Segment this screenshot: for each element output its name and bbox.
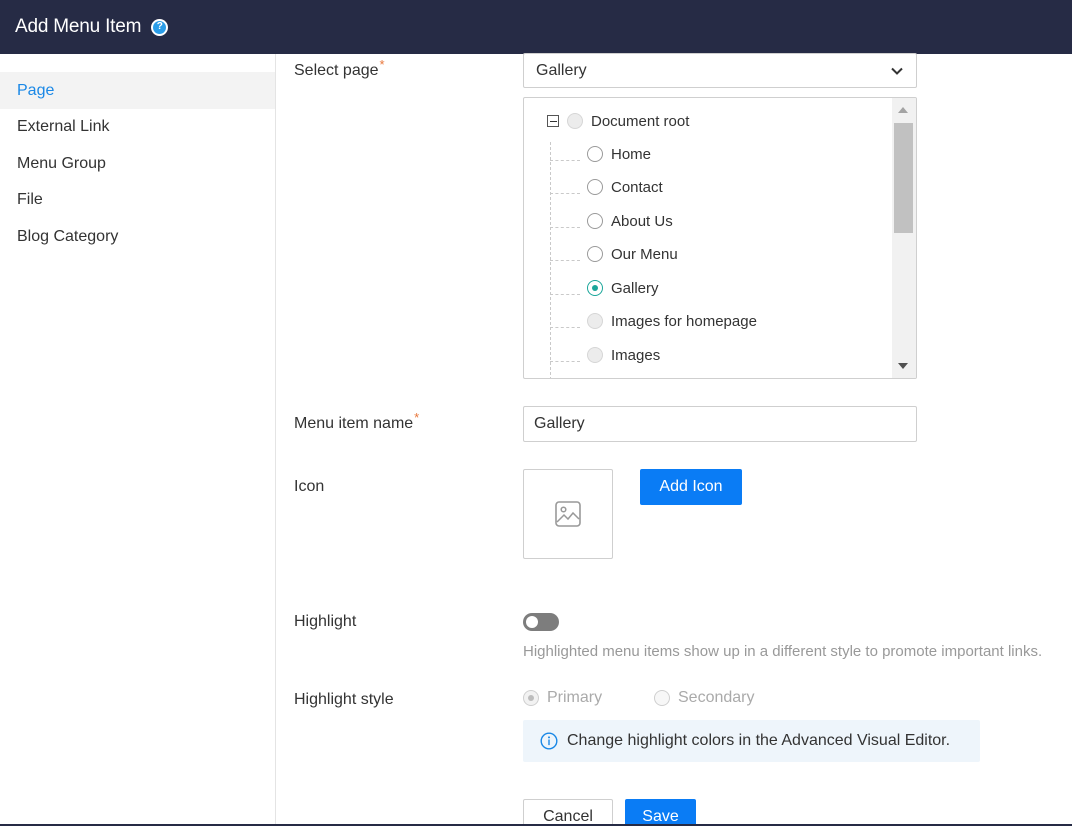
secondary-radio [654, 690, 670, 706]
menu-item-name-label: Menu item name* [294, 410, 419, 433]
tree-item-label: Home [611, 145, 652, 163]
highlight-style-secondary-option: Secondary [654, 688, 755, 708]
tree-item-label: Gallery [611, 279, 659, 297]
tree-item-label: About Us [611, 212, 673, 230]
image-placeholder-icon [555, 501, 581, 527]
dialog-header: Add Menu Item ? [0, 0, 1072, 54]
collapse-icon[interactable] [547, 115, 559, 127]
sidebar-item-page[interactable]: Page [0, 72, 275, 109]
scroll-thumb[interactable] [894, 123, 913, 233]
tree-item-label: Our Menu [611, 245, 678, 263]
primary-option-label: Primary [547, 689, 603, 706]
tree-item-radio[interactable] [587, 146, 603, 162]
required-marker: * [414, 410, 420, 425]
tree-connector [550, 226, 580, 228]
menu-item-name-input[interactable] [523, 406, 917, 442]
tree-item-label: Images for homepage [611, 312, 757, 330]
highlight-toggle[interactable] [523, 613, 559, 631]
tree-item-images-for-homepage: Images for homepage [550, 311, 757, 331]
tree-connector [550, 293, 580, 295]
cancel-button[interactable]: Cancel [523, 799, 613, 826]
info-banner: Change highlight colors in the Advanced … [523, 720, 980, 762]
required-marker: * [379, 57, 385, 72]
menu-type-sidebar: Page External Link Menu Group File Blog … [0, 54, 276, 826]
secondary-option-label: Secondary [678, 689, 755, 706]
tree-item-gallery[interactable]: Gallery [550, 278, 659, 298]
tree-item-radio[interactable] [587, 246, 603, 262]
select-page-label-text: Select page [294, 62, 379, 79]
sidebar-item-external-link[interactable]: External Link [0, 108, 275, 145]
tree-item-home[interactable]: Home [550, 144, 651, 164]
tree-item-radio-disabled [587, 347, 603, 363]
tree-item-label: Contact [611, 178, 663, 196]
tree-connector [550, 192, 580, 194]
scroll-up-arrow-icon[interactable] [898, 107, 908, 113]
help-icon[interactable]: ? [151, 18, 169, 36]
save-button[interactable]: Save [625, 799, 696, 826]
page-tree: Document root Home Contact About Us Our … [523, 97, 917, 379]
add-icon-button[interactable]: Add Icon [640, 469, 742, 505]
tree-connector [550, 326, 580, 328]
highlight-style-primary-option: Primary [523, 688, 602, 708]
tree-item-our-menu[interactable]: Our Menu [550, 244, 678, 264]
question-mark-glyph: ? [153, 20, 167, 34]
toggle-knob [526, 616, 538, 628]
menu-item-name-label-text: Menu item name [294, 415, 414, 432]
highlight-help-text: Highlighted menu items show up in a diff… [523, 643, 1043, 660]
tree-item-radio-disabled [587, 313, 603, 329]
scroll-down-arrow-icon[interactable] [898, 363, 908, 369]
tree-item-about-us[interactable]: About Us [550, 211, 673, 231]
sidebar-item-menu-group[interactable]: Menu Group [0, 145, 275, 182]
icon-preview-box [523, 469, 613, 559]
select-page-label: Select page* [294, 57, 385, 80]
tree-root-radio [567, 113, 583, 129]
dialog-title: Add Menu Item [15, 16, 142, 37]
tree-item-radio[interactable] [587, 213, 603, 229]
sidebar-item-blog-category[interactable]: Blog Category [0, 218, 275, 255]
tree-scrollbar[interactable] [892, 98, 916, 378]
primary-radio [523, 690, 539, 706]
tree-connector [550, 360, 580, 362]
tree-item-images: Images [550, 345, 660, 365]
tree-connector [550, 259, 580, 261]
tree-item-radio[interactable] [587, 179, 603, 195]
select-page-dropdown[interactable]: Gallery [523, 53, 917, 88]
info-banner-text: Change highlight colors in the Advanced … [567, 732, 951, 749]
chevron-down-icon [891, 67, 903, 75]
radio-dot [528, 695, 534, 701]
tree-item-contact[interactable]: Contact [550, 177, 663, 197]
tree-item-radio-checked[interactable] [587, 280, 603, 296]
tree-item-label: Images [611, 346, 661, 364]
select-page-value: Gallery [536, 61, 587, 79]
highlight-style-label: Highlight style [294, 691, 394, 708]
tree-root-label: Document root [591, 112, 690, 130]
icon-label: Icon [294, 478, 325, 495]
sidebar-item-file[interactable]: File [0, 181, 275, 218]
highlight-label: Highlight [294, 613, 357, 630]
tree-root-node: Document root [547, 111, 689, 131]
tree-connector [550, 159, 580, 161]
info-icon [540, 732, 558, 750]
